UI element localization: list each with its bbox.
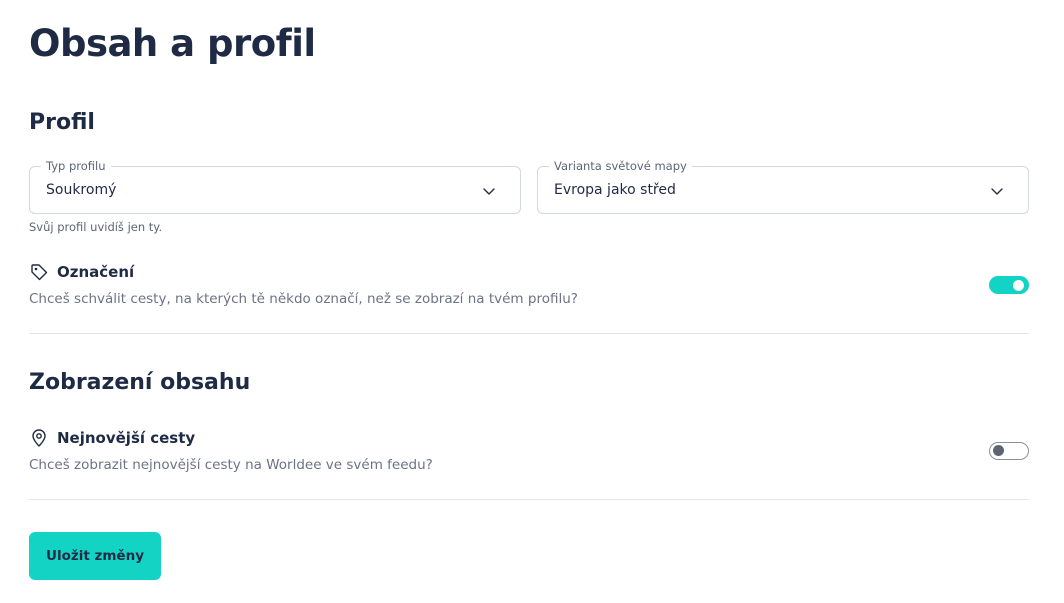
save-changes-button[interactable]: Uložit změny: [29, 532, 161, 580]
profile-type-value: Soukromý: [46, 182, 117, 198]
chevron-down-icon: [991, 188, 1003, 195]
map-variant-value: Evropa jako střed: [554, 182, 676, 198]
section-title-content: Zobrazení obsahu: [29, 370, 251, 395]
profile-type-select[interactable]: Typ profilu Soukromý: [29, 159, 521, 214]
setting-newest-trips-description: Chceš zobrazit nejnovější cesty na World…: [29, 457, 433, 473]
profile-helper-text: Svůj profil uvidíš jen ty.: [29, 220, 163, 234]
divider: [29, 499, 1029, 500]
map-pin-icon: [32, 429, 46, 447]
setting-tagging-title: Označení: [57, 263, 135, 281]
setting-newest-trips-title: Nejnovější cesty: [57, 429, 196, 447]
toggle-knob: [993, 445, 1004, 456]
tag-icon: [31, 264, 48, 281]
newest-trips-toggle[interactable]: [989, 442, 1029, 460]
divider: [29, 333, 1029, 334]
chevron-down-icon: [483, 188, 495, 195]
toggle-knob: [1013, 279, 1024, 291]
tagging-toggle[interactable]: [989, 276, 1029, 294]
section-title-profile: Profil: [29, 110, 95, 135]
profile-type-label: Typ profilu: [41, 159, 111, 173]
page-title: Obsah a profil: [29, 22, 316, 65]
setting-tagging-description: Chceš schválit cesty, na kterých tě někd…: [29, 291, 578, 307]
map-variant-select[interactable]: Varianta světové mapy Evropa jako střed: [537, 159, 1029, 214]
map-variant-label: Varianta světové mapy: [549, 159, 692, 173]
